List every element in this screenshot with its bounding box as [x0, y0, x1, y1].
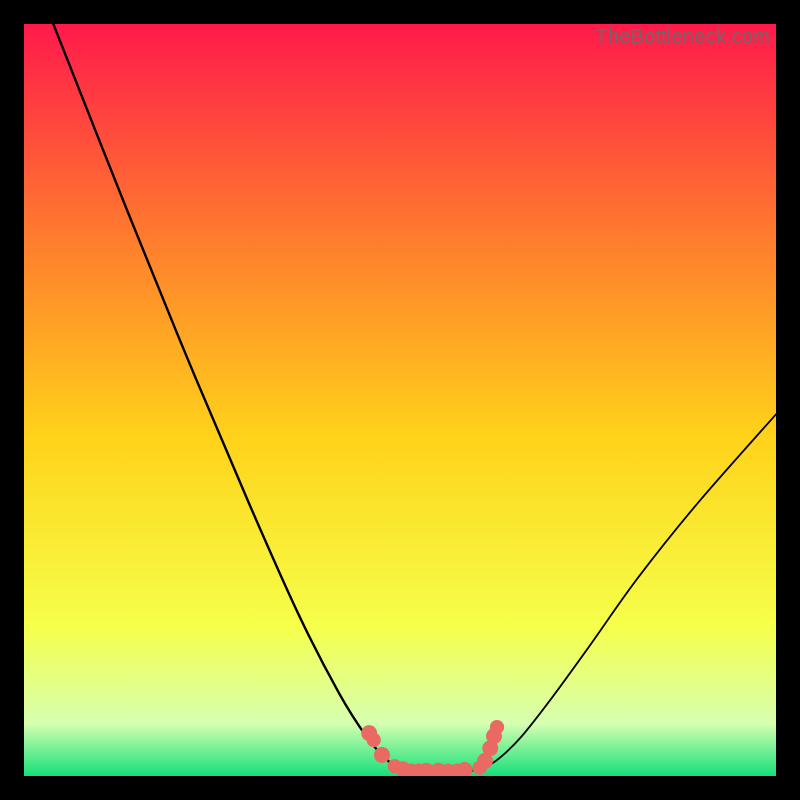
marker-dot: [490, 720, 504, 734]
marker-dot: [367, 733, 381, 747]
floor-markers: [361, 720, 504, 776]
curve-left: [53, 24, 429, 772]
marker-dot: [374, 747, 390, 763]
plot-area: TheBottleneck.com: [24, 24, 776, 776]
chart-stage: TheBottleneck.com: [0, 0, 800, 800]
curve-right: [450, 414, 776, 772]
chart-curves-layer: [24, 24, 776, 776]
